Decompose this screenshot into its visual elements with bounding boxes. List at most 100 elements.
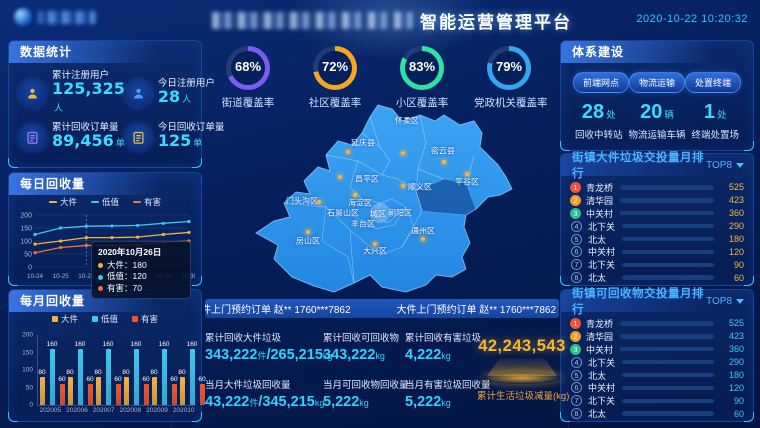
- district-label[interactable]: 通州区: [411, 226, 435, 237]
- svg-text:50: 50: [24, 252, 32, 259]
- district-label[interactable]: 昌平区: [355, 174, 379, 185]
- system-tab-1[interactable]: 前端网点: [573, 72, 629, 93]
- bar-groups: 8016060801606080160608016060801606080160…: [37, 335, 195, 406]
- rank-bar: [622, 360, 714, 365]
- caret-down-icon: [736, 163, 744, 168]
- rank-row: 6 中关村 120: [570, 381, 744, 394]
- summary-label: 累计回收可回收物: [323, 330, 405, 344]
- top8-dropdown[interactable]: TOP8: [706, 296, 744, 307]
- rank-bar: [622, 224, 714, 229]
- panel-monthly-recycling: 每月回收量 大件低值有害 050100150200 80160608016060…: [8, 289, 202, 422]
- bar: [68, 377, 73, 405]
- rank-bar: [620, 334, 714, 339]
- bar-group: 8016060: [66, 335, 94, 405]
- rank-badge: 7: [571, 395, 582, 406]
- order-icon: [134, 132, 143, 143]
- title-area: 智能运营管理平台: [212, 8, 572, 33]
- system-stat-unit: 处: [717, 110, 727, 121]
- rank-value: 60: [720, 409, 744, 419]
- top8-dropdown[interactable]: TOP8: [706, 160, 744, 171]
- rank-badge: 7: [571, 259, 582, 270]
- waste-reduction-counter: 42,243,543 累计生活垃圾减量(kg): [477, 337, 567, 402]
- rank-row: 8 北太 60: [570, 407, 744, 420]
- rank-row: 8 北太 60: [570, 271, 744, 284]
- system-stat-unit: 辆: [664, 110, 674, 121]
- y-axis: 050100150200: [15, 327, 35, 405]
- stat-item: 今日注册用户 28人: [125, 71, 225, 116]
- gauge-ring: 79%: [487, 46, 531, 90]
- district-label[interactable]: 密云县: [431, 146, 455, 157]
- district-label[interactable]: 延庆县: [351, 138, 375, 149]
- rank-row: 6 中关村 120: [570, 245, 744, 258]
- rank-row: 5 北太 180: [570, 233, 744, 246]
- rank-badge: 8: [571, 272, 582, 283]
- bar: [180, 377, 185, 405]
- order-ticker: 大件上门预约订单 赵** 1760***7862大件上门预约订单 赵** 176…: [205, 299, 559, 318]
- panel-title: 数据统计: [9, 41, 201, 63]
- district-label[interactable]: 怀柔区: [395, 116, 419, 127]
- rank-row: 4 北下关 290: [570, 220, 744, 233]
- gauge-ring: 83%: [400, 46, 444, 90]
- rank-badge: 1: [570, 182, 581, 193]
- rank-name: 中关村: [588, 245, 622, 258]
- system-tab-2[interactable]: 物流运输: [629, 72, 685, 93]
- dashboard: 智能运营管理平台 2020-10-22 10:20:32 数据统计 累计注册用户…: [0, 0, 760, 428]
- summary-unit-2: kg: [375, 351, 385, 361]
- beijing-map[interactable]: 怀柔区延庆县密云县平谷区昌平区顺义区门头沟区海淀区石景山区城区朝阳区丰台区通州区…: [230, 95, 550, 305]
- ticker-track: 大件上门预约订单 赵** 1760***7862大件上门预约订单 赵** 176…: [205, 299, 545, 318]
- district-label[interactable]: 石景山区: [327, 208, 359, 219]
- summary-cell: 当月有害垃圾回收量 5,222kg: [405, 377, 481, 411]
- header: 智能运营管理平台 2020-10-22 10:20:32: [0, 0, 760, 36]
- rank-list: 1 青龙桥 525 2 清华园 423 3 中关村 360 4 北下关 290 …: [561, 176, 753, 284]
- bar: [144, 384, 149, 405]
- svg-text:100: 100: [20, 239, 32, 246]
- user-icon: [134, 89, 143, 99]
- bar: [106, 349, 111, 405]
- chart-tooltip: 2020年10月26日 大件：180低值：120有害：70: [91, 241, 191, 299]
- district-label[interactable]: 平谷区: [455, 177, 479, 188]
- rank-name: 北太: [588, 369, 622, 382]
- summary-stats: 累计回收大件垃圾 343,222件/265,215kg 累计回收可回收物 343…: [205, 330, 481, 411]
- bar: [96, 377, 101, 405]
- district-label[interactable]: 朝阳区: [388, 208, 412, 219]
- stat-item: 今日回收订单量 125单: [125, 116, 225, 159]
- rank-bar: [620, 211, 714, 216]
- rank-badge: 3: [570, 344, 581, 355]
- system-stats: 28处 回收中转站 20辆 物流运输车辆 1处 终端处置场: [561, 93, 753, 141]
- panel-system-construction: 体系建设 前端网点物流运输处置终端 28处 回收中转站 20辆 物流运输车辆 1…: [560, 40, 754, 151]
- stat-value: 89,456: [52, 131, 114, 150]
- rank-value: 525: [720, 318, 744, 328]
- panel-data-statistics: 数据统计 累计注册用户 125,325人: [8, 40, 202, 168]
- svg-text:200: 200: [20, 213, 32, 220]
- district-dot: [442, 160, 446, 164]
- datetime: 2020-10-22 10:20:32: [636, 13, 748, 25]
- district-label[interactable]: 门头沟区: [286, 196, 318, 207]
- rank-name: 北太: [588, 407, 622, 420]
- rank-value: 120: [720, 383, 744, 393]
- user-icon: [28, 89, 37, 99]
- rank-value: 290: [720, 357, 744, 367]
- summary-label: 累计回收大件垃圾: [205, 330, 323, 344]
- summary-label: 当月可回收物回收量: [323, 377, 405, 391]
- system-tab-3[interactable]: 处置终端: [685, 72, 741, 93]
- rank-value: 180: [720, 370, 744, 380]
- summary-value: 4,222: [405, 347, 441, 363]
- district-label[interactable]: 房山区: [296, 236, 320, 247]
- district-label[interactable]: 大兴区: [363, 246, 387, 257]
- stat-icon: [19, 80, 46, 107]
- redacted-logo-text: [38, 11, 96, 24]
- summary-cell: 当月可回收物回收量 5,222kg: [323, 377, 405, 411]
- svg-text:0: 0: [28, 265, 32, 272]
- district-label[interactable]: 顺义区: [408, 182, 432, 193]
- rank-bar: [622, 237, 714, 242]
- district-label[interactable]: 丰台区: [351, 219, 375, 230]
- summary-value: 43,222: [205, 394, 249, 410]
- rank-name: 清华园: [586, 330, 620, 343]
- rank-badge: 2: [570, 331, 581, 342]
- legend-item: 大件: [49, 196, 77, 208]
- district-dot: [338, 175, 342, 179]
- rank-name: 清华园: [586, 194, 620, 207]
- district-dot: [421, 237, 425, 241]
- summary-cell: 当月大件垃圾回收量 43,222件/345,215kg: [205, 377, 323, 411]
- rank-name: 青龙桥: [586, 317, 620, 330]
